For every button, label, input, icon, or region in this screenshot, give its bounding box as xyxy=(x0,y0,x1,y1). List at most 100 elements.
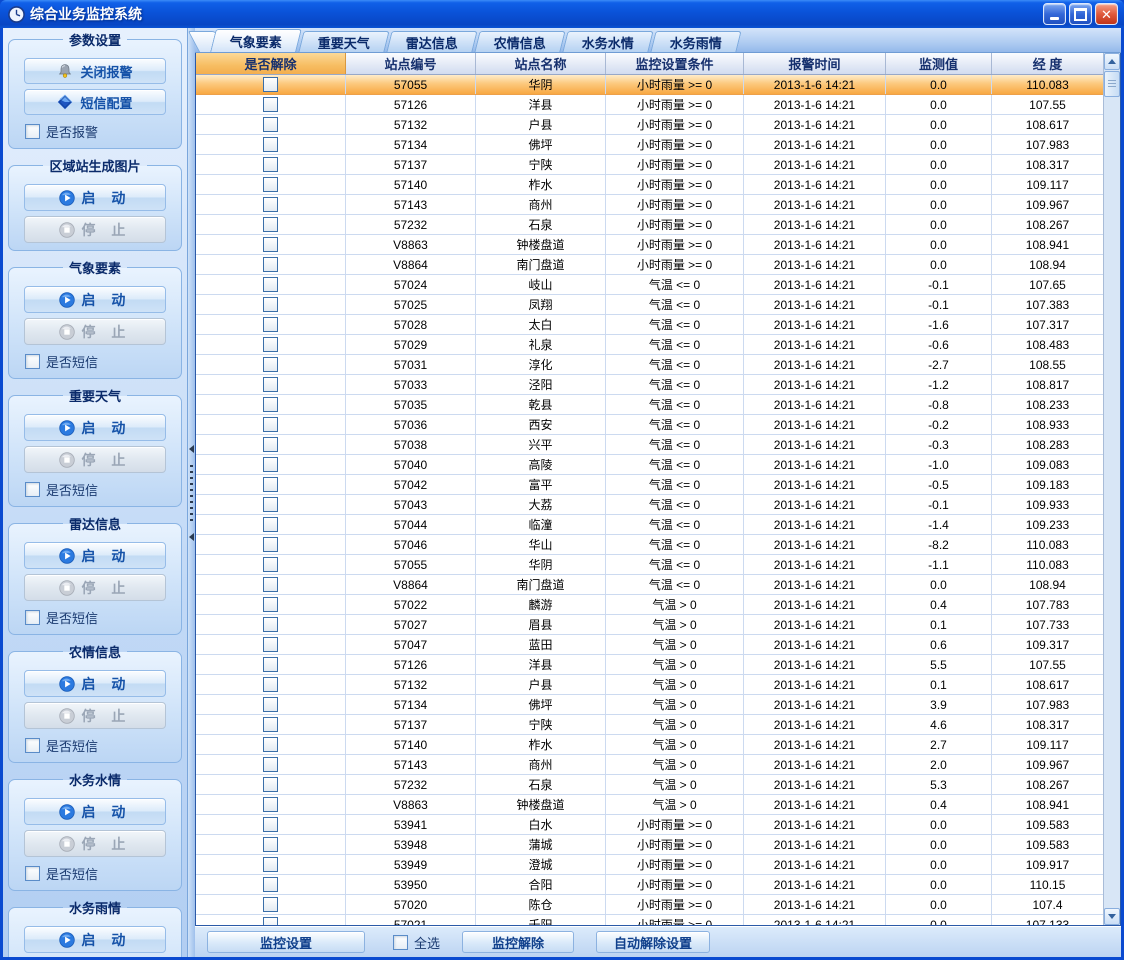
table-row[interactable]: 57042富平气温 <= 02013-1-6 14:21-0.5109.1833… xyxy=(196,475,1103,495)
table-row[interactable]: 57043大荔气温 <= 02013-1-6 14:21-0.1109.9333… xyxy=(196,495,1103,515)
table-row[interactable]: V8864南门盘道小时雨量 >= 02013-1-6 14:210.0108.9… xyxy=(196,255,1103,275)
release-checkbox[interactable] xyxy=(263,897,278,912)
release-checkbox[interactable] xyxy=(263,817,278,832)
stop-button[interactable]: 停 止 xyxy=(24,574,166,601)
table-row[interactable]: 57126洋县小时雨量 >= 02013-1-6 14:210.0107.553… xyxy=(196,95,1103,115)
auto-release-set-button[interactable]: 自动解除设置 xyxy=(596,931,710,953)
release-checkbox[interactable] xyxy=(263,717,278,732)
table-row[interactable]: 57134佛坪气温 > 02013-1-6 14:213.9107.98333.… xyxy=(196,695,1103,715)
start-button[interactable]: 启 动 xyxy=(24,286,166,313)
table-row[interactable]: 57055华阴小时雨量 >= 02013-1-6 14:210.0110.083… xyxy=(196,75,1103,95)
release-checkbox[interactable] xyxy=(263,277,278,292)
monitor-set-button[interactable]: 监控设置 xyxy=(207,931,365,953)
stop-button[interactable]: 停 止 xyxy=(24,216,166,243)
stop-button[interactable]: 停 止 xyxy=(24,830,166,857)
minimize-button[interactable] xyxy=(1043,3,1066,25)
sms-enable-checkbox[interactable] xyxy=(25,482,40,497)
table-row[interactable]: 57132户县小时雨量 >= 02013-1-6 14:210.0108.617… xyxy=(196,115,1103,135)
table-row[interactable]: 53941白水小时雨量 >= 02013-1-6 14:210.0109.583… xyxy=(196,815,1103,835)
table-row[interactable]: 57040高陵气温 <= 02013-1-6 14:21-1.0109.0833… xyxy=(196,455,1103,475)
sidebar-splitter[interactable] xyxy=(188,28,195,957)
table-row[interactable]: 57047蓝田气温 > 02013-1-6 14:210.6109.31734.… xyxy=(196,635,1103,655)
table-row[interactable]: 57035乾县气温 <= 02013-1-6 14:21-0.8108.2333… xyxy=(196,395,1103,415)
table-row[interactable]: 57143商州小时雨量 >= 02013-1-6 14:210.0109.967… xyxy=(196,195,1103,215)
stop-button[interactable]: 停 止 xyxy=(24,702,166,729)
table-row[interactable]: V8863钟楼盘道小时雨量 >= 02013-1-6 14:210.0108.9… xyxy=(196,235,1103,255)
table-row[interactable]: 57038兴平气温 <= 02013-1-6 14:21-0.3108.2833… xyxy=(196,435,1103,455)
release-checkbox[interactable] xyxy=(263,537,278,552)
tab-2[interactable]: 重要天气 xyxy=(298,31,389,52)
table-row[interactable]: 57137宁陕气温 > 02013-1-6 14:214.6108.31733.… xyxy=(196,715,1103,735)
table-row[interactable]: 57046华山气温 <= 02013-1-6 14:21-8.2110.0833… xyxy=(196,535,1103,555)
maximize-button[interactable] xyxy=(1069,3,1092,25)
release-checkbox[interactable] xyxy=(263,417,278,432)
column-header-7[interactable]: 经 度 xyxy=(992,53,1104,74)
table-row[interactable]: 57024岐山气温 <= 02013-1-6 14:21-0.1107.6534… xyxy=(196,275,1103,295)
scroll-up-button[interactable] xyxy=(1104,53,1120,70)
table-row[interactable]: 57137宁陕小时雨量 >= 02013-1-6 14:210.0108.317… xyxy=(196,155,1103,175)
sms-enable-checkbox[interactable] xyxy=(25,866,40,881)
table-row[interactable]: 57055华阴气温 <= 02013-1-6 14:21-1.1110.0833… xyxy=(196,555,1103,575)
release-checkbox[interactable] xyxy=(263,377,278,392)
release-checkbox[interactable] xyxy=(263,557,278,572)
table-row[interactable]: 57031淳化气温 <= 02013-1-6 14:21-2.7108.5534… xyxy=(196,355,1103,375)
tab-3[interactable]: 雷达信息 xyxy=(386,31,477,52)
start-button[interactable]: 启 动 xyxy=(24,926,166,953)
release-checkbox[interactable] xyxy=(263,917,278,925)
table-row[interactable]: 57134佛坪小时雨量 >= 02013-1-6 14:210.0107.983… xyxy=(196,135,1103,155)
start-button[interactable]: 启 动 xyxy=(24,670,166,697)
table-row[interactable]: 57029礼泉气温 <= 02013-1-6 14:21-0.6108.4833… xyxy=(196,335,1103,355)
start-button[interactable]: 启 动 xyxy=(24,542,166,569)
start-button[interactable]: 启 动 xyxy=(24,414,166,441)
column-header-5[interactable]: 报警时间 xyxy=(744,53,886,74)
table-row[interactable]: 57232石泉小时雨量 >= 02013-1-6 14:210.0108.267… xyxy=(196,215,1103,235)
alarm-enable-checkbox[interactable] xyxy=(25,124,40,139)
sms-enable-checkbox[interactable] xyxy=(25,354,40,369)
release-checkbox[interactable] xyxy=(263,697,278,712)
release-checkbox[interactable] xyxy=(263,777,278,792)
release-checkbox[interactable] xyxy=(263,397,278,412)
release-checkbox[interactable] xyxy=(263,297,278,312)
release-checkbox[interactable] xyxy=(263,457,278,472)
release-checkbox[interactable] xyxy=(263,837,278,852)
release-checkbox[interactable] xyxy=(263,597,278,612)
table-row[interactable]: 57020陈仓小时雨量 >= 02013-1-6 14:210.0107.434… xyxy=(196,895,1103,915)
table-row[interactable]: 57025凤翔气温 <= 02013-1-6 14:21-0.1107.3833… xyxy=(196,295,1103,315)
release-checkbox[interactable] xyxy=(263,317,278,332)
release-checkbox[interactable] xyxy=(263,77,278,92)
column-header-3[interactable]: 站点名称 xyxy=(476,53,606,74)
release-checkbox[interactable] xyxy=(263,477,278,492)
table-row[interactable]: 57132户县气温 > 02013-1-6 14:210.1108.61734.… xyxy=(196,675,1103,695)
release-checkbox[interactable] xyxy=(263,357,278,372)
table-row[interactable]: 57022麟游气温 > 02013-1-6 14:210.4107.78334.… xyxy=(196,595,1103,615)
start-button[interactable]: 启 动 xyxy=(24,184,166,211)
column-header-2[interactable]: 站点编号 xyxy=(346,53,476,74)
release-checkbox[interactable] xyxy=(263,257,278,272)
release-checkbox[interactable] xyxy=(263,637,278,652)
column-header-1[interactable]: 是否解除 xyxy=(196,53,346,74)
table-row[interactable]: 57143商州气温 > 02013-1-6 14:212.0109.96733.… xyxy=(196,755,1103,775)
column-header-4[interactable]: 监控设置条件 xyxy=(606,53,744,74)
tab-4[interactable]: 农情信息 xyxy=(474,31,565,52)
close-button[interactable]: ✕ xyxy=(1095,3,1118,25)
monitor-release-button[interactable]: 监控解除 xyxy=(462,931,574,953)
table-row[interactable]: 53948蒲城小时雨量 >= 02013-1-6 14:210.0109.583… xyxy=(196,835,1103,855)
table-row[interactable]: 57140柞水小时雨量 >= 02013-1-6 14:210.0109.117… xyxy=(196,175,1103,195)
release-checkbox[interactable] xyxy=(263,177,278,192)
release-checkbox[interactable] xyxy=(263,857,278,872)
table-row[interactable]: V8863钟楼盘道气温 > 02013-1-6 14:210.4108.9413… xyxy=(196,795,1103,815)
table-row[interactable]: 57027眉县气温 > 02013-1-6 14:210.1107.73334.… xyxy=(196,615,1103,635)
release-checkbox[interactable] xyxy=(263,797,278,812)
release-checkbox[interactable] xyxy=(263,237,278,252)
table-row[interactable]: 57036西安气温 <= 02013-1-6 14:21-0.2108.9333… xyxy=(196,415,1103,435)
sms-enable-checkbox[interactable] xyxy=(25,610,40,625)
scrollbar-thumb[interactable] xyxy=(1104,71,1120,97)
release-checkbox[interactable] xyxy=(263,197,278,212)
stop-button[interactable]: 停 止 xyxy=(24,446,166,473)
stop-button[interactable]: 停 止 xyxy=(24,318,166,345)
column-header-6[interactable]: 监测值 xyxy=(886,53,992,74)
vertical-scrollbar[interactable] xyxy=(1103,53,1120,925)
release-checkbox[interactable] xyxy=(263,877,278,892)
sms-config-button[interactable]: 短信配置 xyxy=(24,89,166,115)
close-alarm-button[interactable]: 关闭报警 xyxy=(24,58,166,84)
